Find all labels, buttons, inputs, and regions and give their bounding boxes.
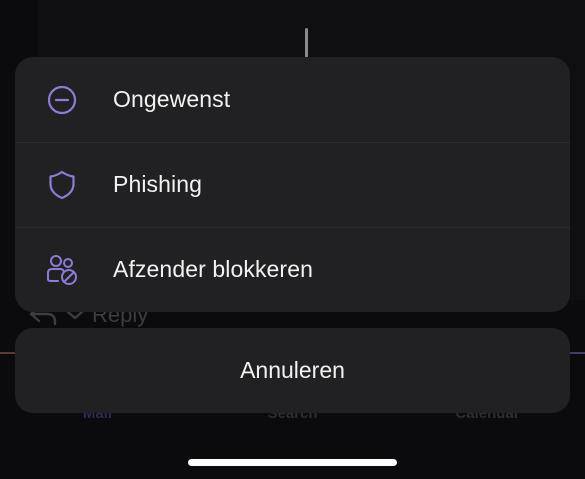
action-item-phishing[interactable]: Phishing — [15, 142, 570, 227]
minus-circle-icon — [45, 83, 79, 117]
cancel-label: Annuleren — [240, 357, 345, 383]
action-item-label: Ongewenst — [113, 86, 231, 112]
home-indicator[interactable] — [188, 459, 397, 466]
shield-icon — [45, 168, 79, 202]
scroll-indicator — [305, 28, 308, 58]
background-divider-right — [569, 352, 585, 354]
action-item-label: Afzender blokkeren — [113, 256, 313, 282]
action-item-junk[interactable]: Ongewenst — [15, 57, 570, 142]
action-item-block-sender[interactable]: Afzender blokkeren — [15, 227, 570, 312]
action-item-label: Phishing — [113, 171, 203, 197]
screen: Reply Mail Search Calendar Ongewenst Phi… — [0, 0, 585, 479]
block-people-icon — [45, 253, 79, 287]
cancel-button[interactable]: Annuleren — [15, 328, 570, 413]
report-action-sheet: Ongewenst Phishing Afzender blokkeren — [15, 57, 570, 312]
background-divider-left — [0, 352, 16, 354]
